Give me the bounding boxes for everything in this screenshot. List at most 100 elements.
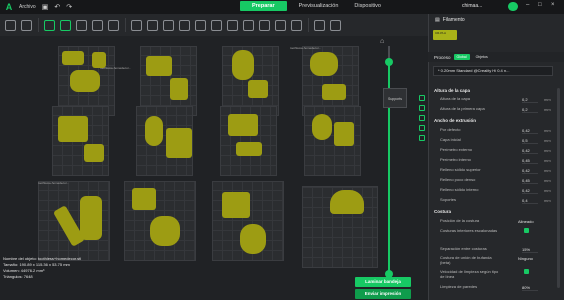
cut-icon[interactable] xyxy=(195,19,206,31)
send-print-button[interactable]: Enviar impresión xyxy=(355,289,411,299)
maximize-icon[interactable]: □ xyxy=(538,2,542,8)
setting-value[interactable]: 0,2 xyxy=(522,107,538,113)
add-object-icon[interactable] xyxy=(5,19,16,31)
setting-value[interactable]: 0,2 xyxy=(522,97,538,103)
setting-label: Costura de unión de bufanda (beta) xyxy=(440,255,492,265)
rotate-icon[interactable] xyxy=(147,19,158,31)
setting-value[interactable]: 0,5 xyxy=(522,138,538,144)
model-part[interactable] xyxy=(58,116,88,142)
setting-value[interactable]: 80% xyxy=(522,285,538,291)
model-part[interactable] xyxy=(310,52,338,76)
model-part[interactable] xyxy=(222,192,250,218)
model-part[interactable] xyxy=(236,142,262,156)
slice-plate-button[interactable]: Laminar bandeja xyxy=(355,277,411,287)
setting-value[interactable]: 0,42 xyxy=(522,128,538,134)
model-part[interactable] xyxy=(170,78,188,100)
filament-swatch[interactable]: CR-PLA xyxy=(433,30,457,40)
tab-device[interactable]: Dispositivo xyxy=(350,1,385,11)
model-part[interactable] xyxy=(334,122,354,146)
strength-icon[interactable] xyxy=(419,105,425,111)
global-toggle[interactable]: Global xyxy=(453,54,470,60)
measure-icon[interactable] xyxy=(275,19,286,31)
seam-position-select[interactable]: Alineado xyxy=(518,219,534,224)
setting-value[interactable]: 0,45 xyxy=(522,158,538,164)
scarf-seam-select[interactable]: Ninguno xyxy=(518,256,533,261)
model-part[interactable] xyxy=(312,114,332,140)
model-part[interactable] xyxy=(92,52,106,68)
variable-layer-icon[interactable] xyxy=(330,19,341,31)
setting-value[interactable]: 0,45 xyxy=(522,178,538,184)
layer-slider-top-handle[interactable] xyxy=(385,58,393,66)
model-part[interactable] xyxy=(80,196,102,240)
model-part[interactable] xyxy=(240,224,266,254)
model-part[interactable] xyxy=(146,56,172,76)
support-icon[interactable] xyxy=(419,125,425,131)
setting-value[interactable]: 0,4 xyxy=(522,198,538,204)
object-triangles: Triángulos: 7648 xyxy=(3,274,33,279)
assembly-icon[interactable] xyxy=(291,19,302,31)
mesh-boolean-icon[interactable] xyxy=(211,19,222,31)
model-part[interactable] xyxy=(228,114,258,136)
toolbar-divider xyxy=(38,18,39,32)
process-preset-select[interactable]: * 0.20mm Standard @Creality Hi 0.4 n... xyxy=(433,66,553,76)
filament-header[interactable]: ▤ Filamento xyxy=(429,14,564,25)
staggered-seams-checkbox[interactable] xyxy=(524,228,529,233)
redo-icon[interactable]: ↷ xyxy=(66,3,72,11)
auto-orient-icon[interactable] xyxy=(44,19,55,31)
setting-value[interactable]: 0,42 xyxy=(522,148,538,154)
category-line-width[interactable]: Ancho de extrusión xyxy=(434,118,476,123)
split-objects-icon[interactable] xyxy=(76,19,87,31)
category-seam[interactable]: Costura xyxy=(434,209,451,214)
supports-toggle[interactable]: Supports xyxy=(383,88,407,108)
scale-icon[interactable] xyxy=(163,19,174,31)
seam-paint-icon[interactable] xyxy=(243,19,254,31)
lay-on-face-icon[interactable] xyxy=(179,19,190,31)
tab-prepare[interactable]: Preparar xyxy=(240,1,287,11)
filament-icon: ▤ xyxy=(435,16,440,23)
setting-label: Perímetro externo xyxy=(440,147,473,152)
model-part[interactable] xyxy=(145,116,163,146)
setting-label: Altura de la primera capa xyxy=(440,106,485,111)
model-part[interactable] xyxy=(248,80,268,98)
category-layer-height[interactable]: Altura de la capa xyxy=(434,88,470,93)
model-part[interactable] xyxy=(132,188,156,210)
objects-toggle[interactable]: Objetos xyxy=(473,54,491,60)
layers-icon[interactable] xyxy=(108,19,119,31)
setting-value[interactable]: 0,42 xyxy=(522,188,538,194)
setting-unit: mm xyxy=(544,138,551,143)
close-icon[interactable]: × xyxy=(551,2,555,8)
settings-scrollbar[interactable] xyxy=(557,88,560,288)
model-part[interactable] xyxy=(330,190,364,214)
model-part[interactable] xyxy=(232,50,254,80)
setting-value[interactable]: 0,42 xyxy=(522,168,538,174)
move-icon[interactable] xyxy=(131,19,142,31)
text-icon[interactable] xyxy=(259,19,270,31)
setting-value[interactable]: 15% xyxy=(522,247,538,253)
support-paint-icon[interactable] xyxy=(227,19,238,31)
model-part[interactable] xyxy=(150,216,180,246)
3d-viewport[interactable]: ⌂ toothless+homedecor... toothless+homed… xyxy=(0,36,428,300)
wipe-speed-checkbox[interactable] xyxy=(524,269,529,274)
others-icon[interactable] xyxy=(419,135,425,141)
quality-icon[interactable] xyxy=(419,95,425,101)
model-part[interactable] xyxy=(62,51,84,65)
save-icon[interactable]: ▣ xyxy=(42,3,49,11)
title-bar: A Archivo ▣ ↶ ↷ Preparar Previsualizació… xyxy=(0,0,564,14)
toolbar-divider xyxy=(125,18,126,32)
cloud-icon[interactable] xyxy=(508,2,518,11)
model-part[interactable] xyxy=(322,84,346,100)
view-icon[interactable] xyxy=(314,19,325,31)
model-part[interactable] xyxy=(84,144,104,162)
model-part[interactable] xyxy=(70,70,100,92)
add-plate-icon[interactable] xyxy=(21,19,32,31)
arrange-icon[interactable] xyxy=(60,19,71,31)
tab-preview[interactable]: Previsualización xyxy=(295,1,343,11)
file-menu[interactable]: Archivo xyxy=(19,4,36,10)
undo-icon[interactable]: ↶ xyxy=(54,3,60,11)
user-name[interactable]: chimaa... xyxy=(462,3,482,9)
speed-icon[interactable] xyxy=(419,115,425,121)
model-part[interactable] xyxy=(166,128,192,158)
split-parts-icon[interactable] xyxy=(92,19,103,31)
minimize-icon[interactable]: – xyxy=(526,2,529,8)
home-view-icon[interactable]: ⌂ xyxy=(380,38,384,45)
